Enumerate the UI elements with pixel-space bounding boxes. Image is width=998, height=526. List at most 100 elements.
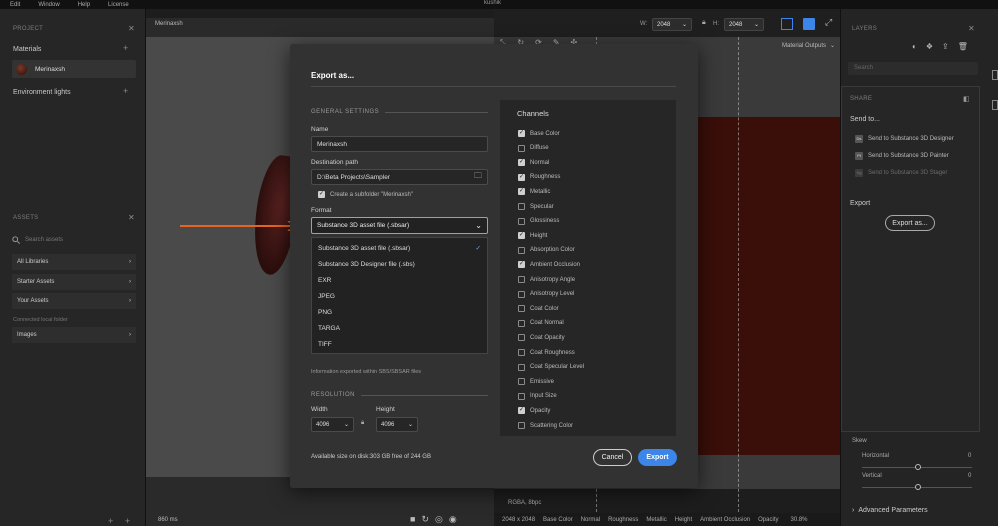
lock-icon[interactable]: 🔒︎ (702, 19, 706, 27)
channel-checkbox[interactable]: ✓ (518, 407, 525, 415)
add-environment-icon[interactable]: + (123, 86, 128, 96)
subfolder-checkbox[interactable]: ✓ (318, 191, 325, 198)
status-channel[interactable]: Base Color (543, 517, 573, 523)
3d-view-icon[interactable] (781, 18, 793, 30)
export-layer-icon[interactable]: ⇪ (942, 42, 949, 51)
horizontal-slider-handle[interactable] (915, 464, 921, 470)
send-to-designer[interactable]: Ds Send to Substance 3D Designer (855, 135, 954, 143)
channel-checkbox[interactable] (518, 363, 525, 371)
mask-icon[interactable]: ◐ (912, 42, 917, 51)
channel-row[interactable]: ✓ Ambient Occlusion (518, 261, 580, 269)
format-option[interactable]: EXR (312, 272, 487, 288)
channel-checkbox[interactable] (518, 144, 525, 152)
add-asset-icon[interactable]: + (108, 516, 113, 526)
channel-checkbox[interactable]: ✓ (518, 173, 525, 181)
channel-row[interactable]: Coat Opacity (518, 334, 565, 342)
status-zoom[interactable]: 30.8% (790, 517, 807, 523)
export-button[interactable]: Export (638, 449, 677, 466)
format-option[interactable]: TIFF (312, 336, 487, 352)
channel-row[interactable]: Input Size (518, 392, 557, 400)
channel-checkbox[interactable] (518, 217, 525, 225)
camera-icon[interactable]: ■ (410, 514, 415, 525)
send-to-stager[interactable]: Sg Send to Substance 3D Stager (855, 169, 947, 177)
channel-checkbox[interactable]: ✓ (518, 130, 525, 137)
environment-icon[interactable]: ◉ (449, 514, 457, 525)
menu-edit[interactable]: Edit (10, 2, 20, 8)
channel-row[interactable]: ✓ Opacity (518, 407, 550, 415)
library-yours[interactable]: Your Assets › (12, 293, 136, 309)
menu-window[interactable]: Window (38, 2, 59, 8)
material-outputs-select[interactable]: Material Outputs ⌄ (782, 42, 835, 50)
vertical-slider-handle[interactable] (915, 484, 921, 490)
menu-help[interactable]: Help (78, 2, 90, 8)
2d-view-icon[interactable] (803, 18, 815, 30)
channel-checkbox[interactable]: ✓ (518, 261, 525, 269)
width-select[interactable]: 2048 ⌄ (652, 18, 692, 31)
channel-row[interactable]: ✓ Base Color (518, 130, 560, 137)
channel-checkbox[interactable] (518, 349, 525, 356)
more-icon[interactable]: + (125, 516, 130, 526)
subfolder-checkbox-row[interactable]: ✓ Create a subfolder "Merinaxsh" (318, 191, 413, 198)
channel-checkbox[interactable] (518, 246, 525, 254)
channel-checkbox[interactable] (518, 422, 525, 429)
width-resolution-select[interactable]: 4096 ⌄ (311, 417, 354, 432)
rotate-icon[interactable]: ↻ (421, 514, 429, 525)
channel-checkbox[interactable] (518, 276, 525, 283)
status-channel[interactable]: Normal (581, 517, 600, 523)
cancel-button[interactable]: Cancel (593, 449, 632, 466)
fill-icon[interactable]: ❖ (926, 42, 933, 51)
format-option[interactable]: Substance 3D Designer file (.sbs) (312, 256, 487, 272)
channel-row[interactable]: Anisotropy Angle (518, 276, 575, 283)
add-material-icon[interactable]: + (123, 43, 128, 53)
send-to-painter[interactable]: Pt Send to Substance 3D Painter (855, 152, 949, 160)
export-as-button[interactable]: Export as... (885, 215, 935, 231)
format-option[interactable]: TARGA (312, 320, 487, 336)
side-tab-icon[interactable] (992, 70, 998, 80)
expand-icon[interactable]: ⤢ (825, 17, 832, 28)
channel-row[interactable]: Coat Color (518, 305, 559, 313)
height-select[interactable]: 2048 ⌄ (724, 18, 764, 31)
channel-checkbox[interactable] (518, 392, 525, 400)
channel-checkbox[interactable]: ✓ (518, 188, 525, 196)
format-option[interactable]: Substance 3D asset file (.sbsar) ✓ (312, 240, 487, 256)
material-item[interactable]: Merinaxsh (12, 60, 136, 78)
channel-row[interactable]: ✓ Height (518, 232, 547, 240)
channel-row[interactable]: Coat Specular Level (518, 363, 584, 371)
status-channel[interactable]: Opacity (758, 517, 778, 523)
channel-checkbox[interactable] (518, 305, 525, 313)
format-option[interactable]: JPEG (312, 288, 487, 304)
height-resolution-select[interactable]: 4096 ⌄ (376, 417, 418, 432)
destination-input[interactable]: D:\Beta Projects\Sampler 🗀 (311, 169, 488, 185)
channel-checkbox[interactable] (518, 319, 525, 327)
status-channel[interactable]: Height (675, 517, 692, 523)
channel-checkbox[interactable] (518, 290, 525, 298)
channel-row[interactable]: ✓ Roughness (518, 173, 560, 181)
channel-checkbox[interactable] (518, 203, 525, 210)
format-option[interactable]: PNG (312, 304, 487, 320)
name-input[interactable]: Merinaxsh (311, 136, 488, 152)
channel-row[interactable]: Diffuse (518, 144, 549, 152)
close-icon[interactable]: ✕ (128, 24, 135, 33)
delete-icon[interactable]: 🗑︎ (958, 42, 968, 51)
light-icon[interactable]: ◎ (435, 514, 443, 525)
channel-row[interactable]: Specular (518, 203, 554, 210)
format-select[interactable]: Substance 3D asset file (.sbsar) ⌄ (311, 217, 488, 234)
close-assets-icon[interactable]: ✕ (128, 213, 135, 222)
channel-row[interactable]: Scattering Color (518, 422, 573, 429)
channel-checkbox[interactable] (518, 334, 525, 342)
library-all[interactable]: All Libraries › (12, 254, 136, 270)
channel-row[interactable]: Absorption Color (518, 246, 575, 254)
channel-checkbox[interactable]: ✓ (518, 159, 525, 167)
status-channel[interactable]: Roughness (608, 517, 638, 523)
layers-search[interactable]: Search (848, 62, 978, 75)
images-folder[interactable]: Images › (12, 327, 136, 343)
folder-icon[interactable]: 🗀 (474, 170, 482, 184)
close-layers-icon[interactable]: ✕ (968, 24, 975, 33)
lock-ratio-icon[interactable]: 🔒︎ (361, 420, 364, 427)
panel-dock-icon[interactable]: ◧ (963, 95, 970, 103)
channel-row[interactable]: Coat Roughness (518, 349, 575, 356)
channel-checkbox[interactable]: ✓ (518, 232, 525, 240)
menu-license[interactable]: License (108, 2, 129, 8)
library-starter[interactable]: Starter Assets › (12, 274, 136, 290)
channel-row[interactable]: ✓ Metallic (518, 188, 550, 196)
